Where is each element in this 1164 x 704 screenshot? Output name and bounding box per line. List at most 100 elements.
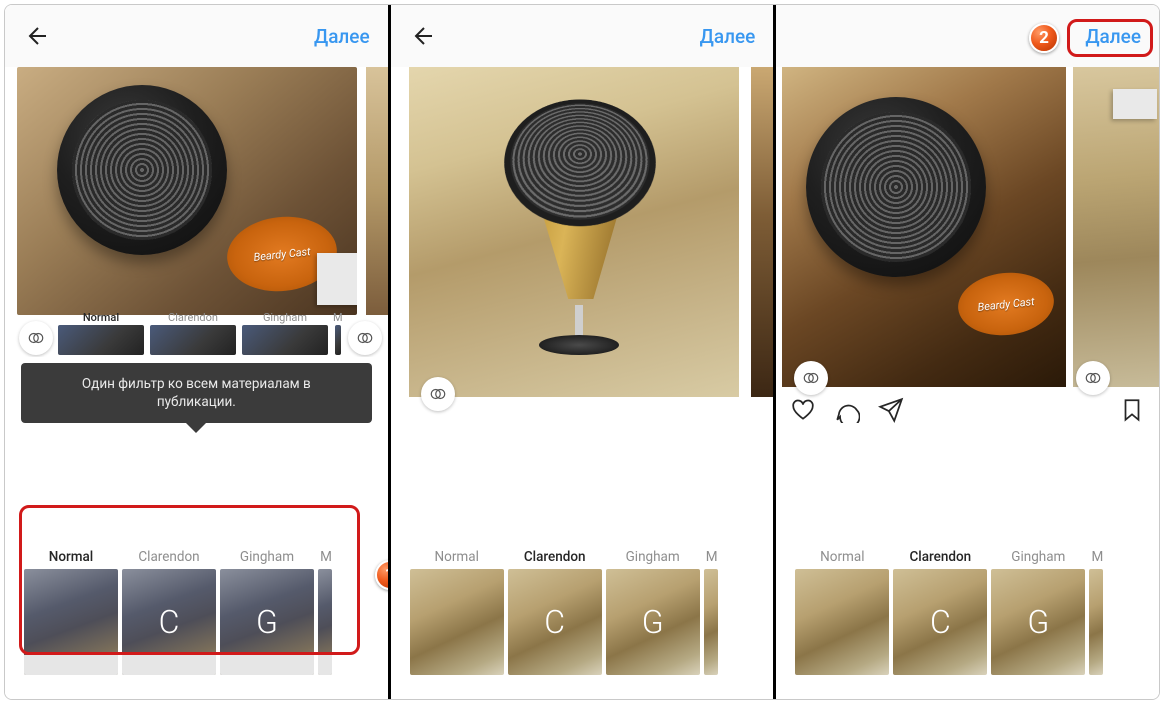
filter-normal[interactable]: Normal: [794, 545, 890, 697]
photo-2-peek: [366, 67, 388, 315]
venn-icon: [429, 385, 447, 403]
mini-filter-gingham[interactable]: Gingham: [241, 311, 329, 355]
stand-object: [539, 305, 619, 355]
per-image-filter-strip: Normal Clarendon Gingham M: [19, 313, 382, 355]
filter-label: M: [704, 545, 718, 569]
filter-thumb: [704, 569, 718, 675]
photo-1: [409, 67, 739, 397]
venn-icon: [27, 329, 45, 347]
bookmark-icon[interactable]: [1119, 397, 1145, 423]
filter-more[interactable]: M: [703, 545, 719, 697]
filter-letter: C: [544, 603, 565, 641]
venn-icon: [356, 329, 374, 347]
mini-filter-thumb: [150, 325, 236, 355]
photo-2: [1073, 67, 1159, 387]
mini-filter-thumb: [58, 325, 144, 355]
arrow-left-icon: [24, 24, 48, 48]
arrow-left-icon: [410, 24, 434, 48]
post-actions-row: [784, 393, 1151, 427]
filter-label: M: [1089, 545, 1103, 569]
filter-normal[interactable]: Normal: [409, 545, 505, 697]
filter-clarendon[interactable]: Clarendon C: [892, 545, 988, 697]
header: Далее: [776, 5, 1159, 67]
filter-gingham[interactable]: Gingham G: [605, 545, 701, 697]
back-button[interactable]: [23, 23, 49, 49]
photo-2-peek: [751, 67, 773, 397]
filter-gingham[interactable]: Gingham G: [219, 545, 315, 697]
mini-filter-clarendon[interactable]: Clarendon: [149, 311, 237, 355]
filter-more[interactable]: M: [317, 545, 333, 697]
header: Далее: [391, 5, 774, 67]
edit-image-button-2[interactable]: [1076, 361, 1110, 395]
heart-icon[interactable]: [790, 397, 816, 423]
comment-icon[interactable]: [834, 397, 860, 423]
filter-letter: G: [1027, 603, 1049, 641]
edit-image-button[interactable]: [421, 377, 455, 411]
share-icon[interactable]: [878, 397, 904, 423]
mini-filter-label: M: [333, 311, 343, 324]
filter-label: Gingham: [1011, 545, 1065, 569]
filter-strip[interactable]: Normal Clarendon C Gingham G M: [776, 537, 1159, 699]
mini-filter-normal[interactable]: Normal: [57, 311, 145, 355]
filter-thumb: C: [508, 569, 602, 675]
box-object: [1113, 89, 1157, 119]
filter-thumb: G: [220, 569, 314, 675]
screen-1: Далее Beardy Cast Normal Clarendon: [5, 5, 391, 699]
edit-image-button-2[interactable]: [348, 321, 382, 355]
filter-letter: C: [930, 603, 951, 641]
tooltip: Один фильтр ко всем материалам в публика…: [21, 363, 372, 423]
filter-thumb: [410, 569, 504, 675]
filter-thumb: [24, 569, 118, 675]
filter-label: Gingham: [240, 545, 294, 569]
mini-filter-label: Normal: [83, 311, 119, 324]
screen-2: Далее Normal Claren: [391, 5, 777, 699]
filter-strip[interactable]: Normal Clarendon C Gingham G M: [5, 537, 388, 699]
filter-letter: G: [256, 603, 278, 641]
filter-letter: C: [159, 603, 180, 641]
filter-thumb: C: [122, 569, 216, 675]
filter-thumb: [795, 569, 889, 675]
screen-3: Далее Beardy Cast: [776, 5, 1159, 699]
media-preview[interactable]: Beardy Cast Normal Clarendon Gingham: [5, 67, 388, 357]
photo-1: Beardy Cast: [17, 67, 357, 315]
filter-clarendon[interactable]: Clarendon C: [507, 545, 603, 697]
coaster-object: Beardy Cast: [955, 268, 1057, 340]
mini-filter-label: Clarendon: [168, 311, 218, 324]
header: Далее: [5, 5, 388, 67]
media-preview[interactable]: [391, 67, 774, 447]
filter-label: Clarendon: [524, 545, 586, 569]
mini-filter-thumb: [335, 325, 341, 355]
back-button[interactable]: [409, 23, 435, 49]
edit-image-button[interactable]: [794, 361, 828, 395]
filter-label: Clarendon: [909, 545, 971, 569]
next-button[interactable]: Далее: [1085, 25, 1141, 48]
next-button[interactable]: Далее: [700, 25, 756, 48]
filter-thumb: G: [606, 569, 700, 675]
media-preview[interactable]: Beardy Cast: [776, 67, 1159, 447]
photo-1: Beardy Cast: [782, 67, 1066, 387]
edit-image-button[interactable]: [19, 321, 53, 355]
speaker-object: [57, 85, 227, 255]
mini-filter-label: Gingham: [263, 311, 307, 324]
venn-icon: [1084, 369, 1102, 387]
filter-letter: G: [642, 603, 664, 641]
next-button[interactable]: Далее: [314, 25, 370, 48]
filter-clarendon[interactable]: Clarendon C: [121, 545, 217, 697]
venn-icon: [802, 369, 820, 387]
filter-strip[interactable]: Normal Clarendon C Gingham G M: [391, 537, 774, 699]
app-frame: Далее Beardy Cast Normal Clarendon: [4, 4, 1160, 700]
filter-label: Normal: [49, 545, 94, 569]
filter-more[interactable]: M: [1088, 545, 1104, 697]
filter-gingham[interactable]: Gingham G: [990, 545, 1086, 697]
mini-filter-thumb: [242, 325, 328, 355]
filter-label: Clarendon: [138, 545, 199, 569]
filter-thumb: G: [991, 569, 1085, 675]
filter-label: M: [318, 545, 332, 569]
filter-label: Normal: [820, 545, 864, 569]
filter-thumb: C: [893, 569, 987, 675]
speaker-object: [806, 97, 986, 277]
mini-filter-more[interactable]: M: [333, 311, 343, 355]
box-object: [317, 253, 357, 305]
filter-normal[interactable]: Normal: [23, 545, 119, 697]
filter-label: Normal: [434, 545, 478, 569]
